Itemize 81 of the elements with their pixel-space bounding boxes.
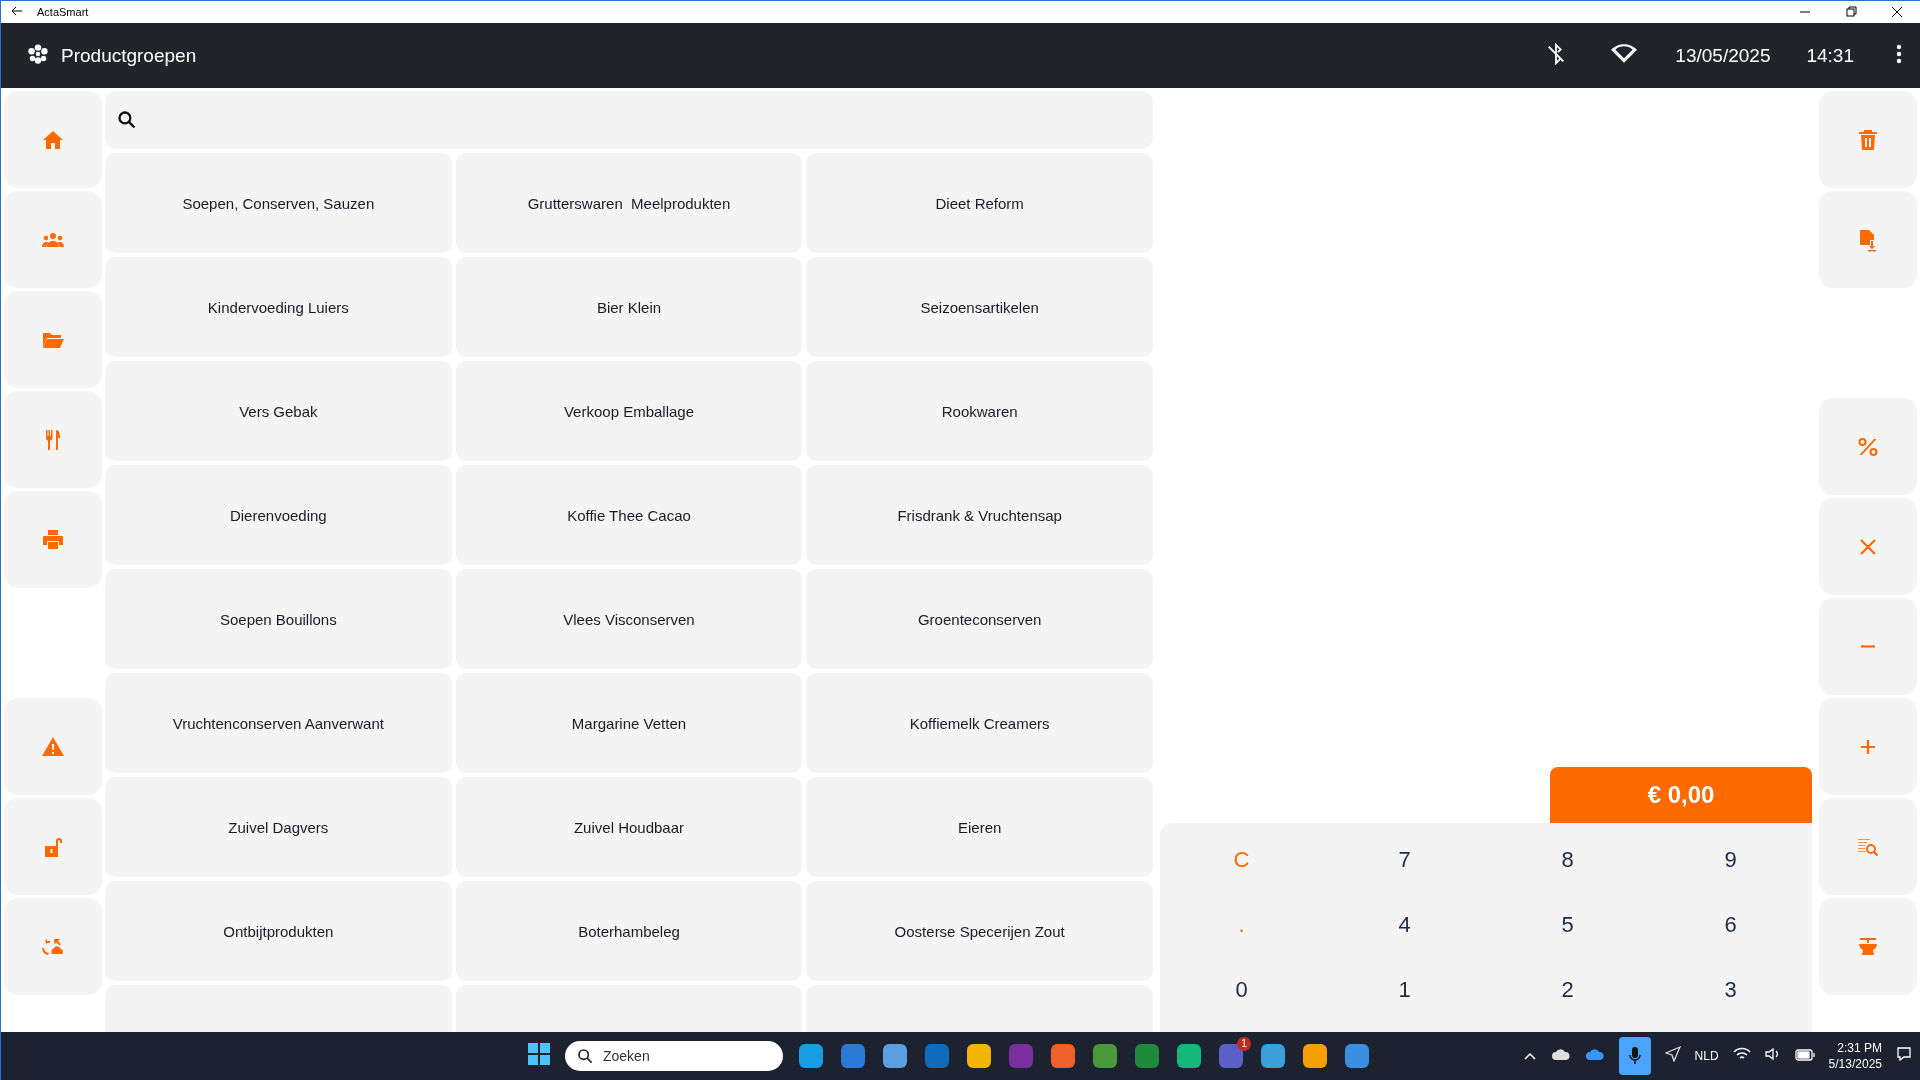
group-tile[interactable]: Ontbijtprodukten: [105, 881, 452, 981]
notification-badge: 1: [1237, 1037, 1251, 1051]
group-tile[interactable]: Vlees Visconserven: [455, 569, 803, 669]
clock-date: 5/13/2025: [1828, 1056, 1882, 1072]
keypad-key[interactable]: 4: [1323, 892, 1486, 957]
app-icon[interactable]: [1176, 1043, 1202, 1069]
sidebar-button[interactable]: [1819, 191, 1917, 288]
speaker-icon[interactable]: [1764, 1047, 1781, 1061]
flower-icon: [27, 42, 49, 65]
group-tile[interactable]: Oosterse Specerijen Zout: [806, 881, 1153, 981]
sidebar-button[interactable]: [1819, 91, 1917, 188]
windows-start-icon[interactable]: [527, 1042, 551, 1066]
app-icon[interactable]: [1134, 1043, 1160, 1069]
app-icon[interactable]: [1344, 1043, 1370, 1069]
location-icon[interactable]: [1664, 1046, 1681, 1062]
keypad-key[interactable]: 6: [1649, 892, 1812, 957]
minus-icon: [1861, 645, 1875, 648]
search-placeholder: Zoeken: [603, 1048, 650, 1064]
taskbar-search[interactable]: Zoeken: [565, 1041, 783, 1071]
group-tile[interactable]: Grutterswaren Meelprodukten: [455, 153, 803, 253]
app-icon[interactable]: [1050, 1043, 1076, 1069]
language-indicator[interactable]: NLD: [1694, 1049, 1719, 1063]
group-tile[interactable]: Koffiemelk Creamers: [806, 673, 1153, 773]
search-icon: [117, 110, 137, 130]
date-text: 13/05/2025: [1675, 44, 1771, 67]
group-tile[interactable]: Zuivel Houdbaar: [455, 777, 803, 877]
window-title: ActaSmart: [37, 6, 89, 18]
keypad-key[interactable]: 3: [1649, 957, 1812, 1022]
keypad-key[interactable]: 7: [1323, 827, 1486, 892]
app-icon[interactable]: [966, 1043, 992, 1069]
app-icon[interactable]: [1302, 1043, 1328, 1069]
group-tile[interactable]: Rookwaren: [806, 361, 1153, 461]
group-tile[interactable]: Margarine Vetten: [455, 673, 803, 773]
app-icon[interactable]: [798, 1043, 824, 1069]
group-tile[interactable]: Vruchtenconserven Aanverwant: [105, 673, 452, 773]
group-tile[interactable]: Soepen, Conserven, Sauzen: [105, 153, 452, 253]
group-tile[interactable]: Koffie Thee Cacao: [455, 465, 803, 565]
wifi-icon[interactable]: [1611, 42, 1638, 65]
sidebar-button[interactable]: [4, 491, 102, 588]
notification-icon[interactable]: [1896, 1046, 1912, 1062]
app-icon[interactable]: [882, 1043, 908, 1069]
app-icon[interactable]: [1260, 1043, 1286, 1069]
group-tile[interactable]: Eieren: [806, 777, 1153, 877]
keypad-key[interactable]: 8: [1486, 827, 1649, 892]
group-tile[interactable]: Verkoop Emballage: [455, 361, 803, 461]
cloud-icon[interactable]: [1550, 1047, 1571, 1061]
keypad-key[interactable]: 0: [1160, 957, 1323, 1022]
keypad-key[interactable]: 2: [1486, 957, 1649, 1022]
search-icon: [577, 1048, 593, 1064]
printer-icon: [41, 527, 65, 552]
group-tile[interactable]: Frisdrank & Vruchtensap: [806, 465, 1153, 565]
app-icon[interactable]: [840, 1043, 866, 1069]
group-tile[interactable]: Groenteconserven: [806, 569, 1153, 669]
page-title: Productgroepen: [61, 44, 197, 67]
battery-icon[interactable]: [1794, 1049, 1815, 1061]
search-field[interactable]: [105, 91, 1153, 149]
group-tile[interactable]: Dieet Reform: [806, 153, 1153, 253]
keypad-key[interactable]: 9: [1649, 827, 1812, 892]
group-tile[interactable]: Bier Klein: [455, 257, 803, 357]
keypad-key[interactable]: 1: [1323, 957, 1486, 1022]
trash-icon: [1856, 127, 1880, 152]
cloud-icon[interactable]: [1584, 1047, 1605, 1061]
time-text: 14:31: [1806, 44, 1854, 67]
group-tile[interactable]: Kindervoeding Luiers: [105, 257, 452, 357]
wifi-icon[interactable]: [1732, 1047, 1751, 1061]
group-tile[interactable]: Seizoensartikelen: [806, 257, 1153, 357]
clock-time: 2:31 PM: [1837, 1040, 1882, 1056]
total-amount: € 0,00: [1550, 767, 1812, 823]
group-tile[interactable]: Soepen Bouillons: [105, 569, 452, 669]
more-icon[interactable]: [1896, 43, 1902, 64]
microphone-icon: [1628, 1047, 1641, 1065]
chevron-up-icon[interactable]: [1522, 1051, 1537, 1061]
group-tile[interactable]: Zuivel Dagvers: [105, 777, 452, 877]
group-tile[interactable]: Boterhambeleg: [455, 881, 803, 981]
group-tile[interactable]: Vers Gebak: [105, 361, 452, 461]
group-tile[interactable]: Dierenvoeding: [105, 465, 452, 565]
microphone-button[interactable]: [1618, 1037, 1651, 1075]
app-icon[interactable]: [1092, 1043, 1118, 1069]
back-icon[interactable]: [11, 5, 23, 17]
sidebar-button[interactable]: [4, 291, 102, 388]
keypad-key[interactable]: 5: [1486, 892, 1649, 957]
